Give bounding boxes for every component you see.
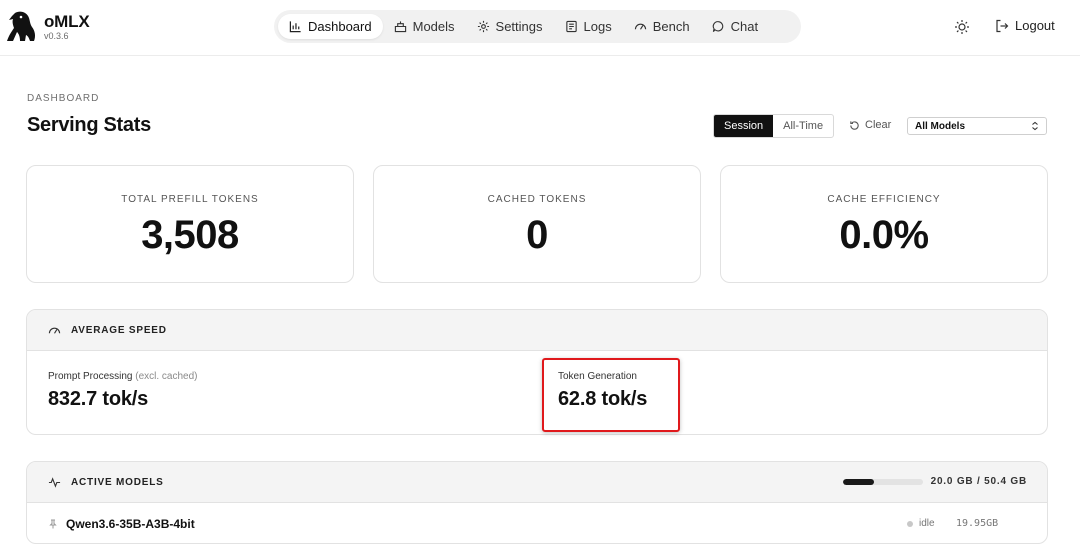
- nav-label: Models: [412, 19, 455, 34]
- nav-label: Chat: [730, 19, 759, 34]
- nav-label: Bench: [652, 19, 690, 34]
- logout-label: Logout: [1015, 18, 1055, 33]
- top-bar: oMLX v0.3.6 Dashboard Models Settings Lo…: [0, 0, 1080, 56]
- prompt-note: (excl. cached): [135, 371, 198, 382]
- range-alltime-button[interactable]: All-Time: [773, 115, 833, 137]
- stat-card-cached: CACHED TOKENS 0: [373, 165, 701, 283]
- panel-header: ACTIVE MODELS 20.0 GB / 50.4 GB: [27, 462, 1047, 503]
- prompt-value: 832.7 tok/s: [48, 388, 149, 410]
- brand[interactable]: oMLX v0.3.6: [6, 10, 90, 44]
- logout-icon: [996, 19, 1009, 32]
- range-toggle: Session All-Time: [713, 114, 835, 138]
- app-version: v0.3.6: [44, 31, 69, 41]
- nav-label: Logs: [583, 19, 612, 34]
- stat-card-prefill: TOTAL PREFILL TOKENS 3,508: [26, 165, 354, 283]
- stat-label: CACHE EFFICIENCY: [827, 194, 941, 205]
- penguin-logo-icon: [7, 11, 36, 41]
- memory-bar: [842, 478, 923, 485]
- page-title: Serving Stats: [27, 114, 151, 136]
- stat-value: 0.0%: [839, 213, 929, 257]
- stat-value: 3,508: [141, 213, 239, 257]
- clear-label: Clear: [865, 119, 892, 131]
- nav-models[interactable]: Models: [383, 14, 466, 39]
- model-size: 19.95GB: [956, 518, 999, 529]
- status-dot: [907, 520, 913, 527]
- active-models-panel: ACTIVE MODELS 20.0 GB / 50.4 GB Qwen3.6-…: [26, 461, 1048, 544]
- box-icon: [394, 21, 406, 33]
- nav-settings[interactable]: Settings: [466, 14, 554, 39]
- activity-icon: [48, 476, 61, 488]
- model-row[interactable]: Qwen3.6-35B-A3B-4bit idle 19.95GB: [27, 503, 1047, 543]
- logout-button[interactable]: Logout: [995, 18, 1055, 33]
- chevron-updown-icon: [1032, 121, 1038, 131]
- nav-logs[interactable]: Logs: [554, 14, 623, 39]
- app-name: oMLX: [44, 12, 90, 31]
- memory-text: 20.0 GB / 50.4 GB: [930, 476, 1027, 487]
- stat-card-efficiency: CACHE EFFICIENCY 0.0%: [720, 165, 1048, 283]
- memory-bar-fill: [842, 478, 875, 485]
- memory-usage: 20.0 GB / 50.4 GB: [842, 476, 1027, 487]
- speed-label: Prompt Processing (excl. cached): [48, 371, 198, 382]
- average-speed-panel: AVERAGE SPEED Prompt Processing (excl. c…: [26, 309, 1048, 435]
- refresh-icon: [850, 120, 859, 130]
- logs-icon: [565, 20, 577, 33]
- range-session-button[interactable]: Session: [714, 115, 774, 137]
- sun-icon[interactable]: [954, 19, 970, 35]
- prompt-label: Prompt Processing: [48, 371, 133, 382]
- nav-chat[interactable]: Chat: [701, 14, 769, 39]
- chat-icon: [712, 21, 723, 32]
- main-nav: Dashboard Models Settings Logs Bench Cha…: [274, 10, 801, 43]
- gauge-icon: [48, 327, 61, 334]
- model-filter-select[interactable]: All Models: [907, 117, 1047, 135]
- status-text: idle: [919, 518, 935, 529]
- panel-title: ACTIVE MODELS: [71, 476, 164, 488]
- panel-title: AVERAGE SPEED: [71, 324, 167, 336]
- pin-icon[interactable]: [48, 519, 58, 529]
- panel-header: AVERAGE SPEED: [27, 310, 1047, 351]
- nav-label: Settings: [495, 19, 543, 34]
- model-name: Qwen3.6-35B-A3B-4bit: [66, 516, 195, 531]
- bar-chart-icon: [289, 21, 301, 33]
- gauge-icon: [634, 23, 646, 30]
- stat-label: CACHED TOKENS: [487, 194, 587, 205]
- nav-dashboard[interactable]: Dashboard: [278, 14, 383, 39]
- nav-bench[interactable]: Bench: [623, 14, 701, 39]
- stat-value: 0: [526, 213, 548, 257]
- clear-button[interactable]: Clear: [849, 119, 891, 131]
- model-filter-value: All Models: [915, 120, 966, 132]
- model-status: idle: [907, 518, 935, 529]
- prompt-processing-stat: Prompt Processing (excl. cached) 832.7 t…: [48, 371, 198, 411]
- stat-label: TOTAL PREFILL TOKENS: [121, 194, 259, 205]
- page-eyebrow: DASHBOARD: [27, 93, 100, 104]
- highlight-box: [542, 358, 680, 432]
- gear-icon: [477, 20, 489, 33]
- nav-label: Dashboard: [308, 19, 372, 34]
